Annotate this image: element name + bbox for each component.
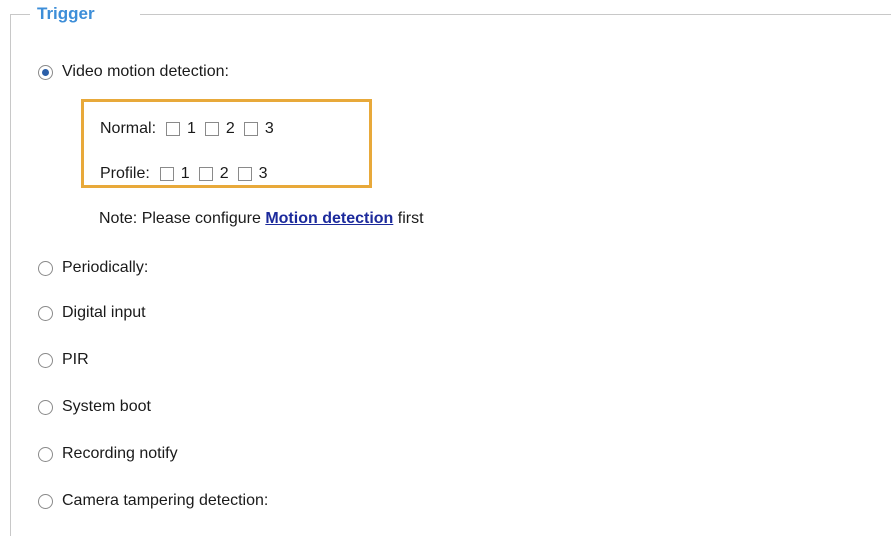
option-digital-input[interactable]: Digital input [38,302,146,324]
digital-input-label: Digital input [62,304,146,321]
recording-notify-label: Recording notify [62,445,178,462]
option-camera-tampering-detection[interactable]: Camera tampering detection: [38,490,268,512]
normal-checkbox-3-label: 3 [264,120,274,137]
video-motion-label: Video motion detection: [62,63,229,80]
option-system-boot[interactable]: System boot [38,396,151,418]
normal-checkbox-1[interactable] [166,122,181,136]
note-prefix: Note: Please configure [99,210,266,227]
fieldset-border-top-left [10,14,30,15]
profile-checkbox-1-label: 1 [180,165,190,182]
recording-notify-radio[interactable] [38,446,53,462]
option-periodically[interactable]: Periodically: [38,257,148,279]
option-recording-notify[interactable]: Recording notify [38,443,178,465]
profile-checkbox-2-label: 2 [219,165,229,182]
profile-checkbox-3[interactable] [237,167,252,181]
system-boot-radio[interactable] [38,399,53,415]
normal-checkbox-2[interactable] [204,122,219,136]
fieldset-border-left [10,14,11,536]
normal-checkbox-1-label: 1 [187,120,196,137]
fieldset-border-top-right [140,14,891,15]
pir-radio[interactable] [38,352,53,368]
motion-detection-note: Note: Please configure Motion detection … [99,208,424,230]
option-video-motion-detection[interactable]: Video motion detection: [38,61,229,83]
system-boot-label: System boot [62,398,151,415]
profile-checkbox-2[interactable] [198,167,213,181]
normal-checkbox-2-label: 2 [225,120,235,137]
normal-checkbox-3[interactable] [243,122,258,136]
normal-row: Normal: 1 2 3 [100,118,283,140]
profile-label: Profile: [100,165,150,182]
digital-input-radio[interactable] [38,305,53,321]
note-suffix: first [393,210,424,227]
trigger-legend: Trigger [37,4,95,23]
normal-label: Normal: [100,120,157,137]
periodically-label: Periodically: [62,259,149,276]
profile-row: Profile: 1 2 3 [100,163,277,185]
camera-tampering-radio[interactable] [38,493,53,509]
profile-checkbox-3-label: 3 [258,165,268,182]
camera-tampering-label: Camera tampering detection: [62,492,269,509]
video-motion-radio[interactable] [38,64,53,80]
option-pir[interactable]: PIR [38,349,89,371]
periodically-radio[interactable] [38,260,53,276]
profile-checkbox-1[interactable] [159,167,174,181]
motion-detection-link[interactable]: Motion detection [265,210,393,227]
pir-label: PIR [62,351,89,368]
